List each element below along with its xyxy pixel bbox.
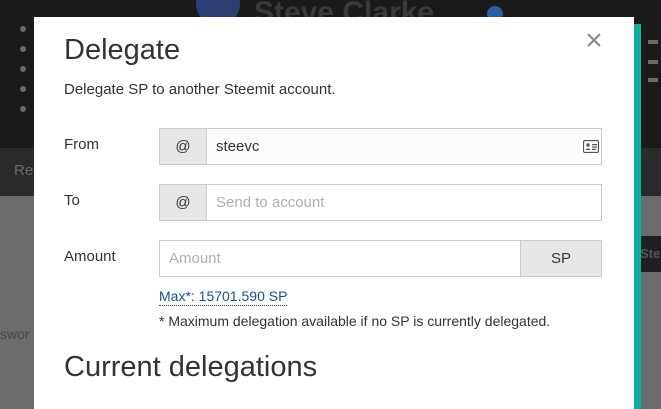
delegate-modal: × Delegate Delegate SP to another Steemi…: [34, 17, 634, 409]
background-button-label: Ste: [640, 246, 661, 261]
current-delegations-heading: Current delegations: [64, 351, 318, 383]
to-at-prefix: @: [159, 184, 207, 221]
to-input-placeholder: Send to account: [216, 194, 325, 211]
background-decoration: [0, 20, 34, 140]
max-amount-link[interactable]: Max*: 15701.590 SP: [159, 288, 288, 306]
background-decoration-right: [640, 20, 661, 130]
amount-unit: SP: [520, 240, 602, 277]
background-side-text: swor: [0, 326, 30, 342]
amount-label: Amount: [64, 248, 116, 265]
amount-input-placeholder: Amount: [169, 250, 221, 267]
max-delegation-note: * Maximum delegation available if no SP …: [159, 313, 551, 329]
modal-title: Delegate: [64, 34, 181, 66]
background-nav-item: Re: [14, 162, 34, 179]
from-input[interactable]: steevc: [206, 128, 602, 165]
amount-input[interactable]: Amount: [159, 240, 521, 277]
to-label: To: [64, 192, 80, 209]
modal-subtitle: Delegate SP to another Steemit account.: [64, 81, 336, 98]
background-accent-bar: [634, 24, 641, 409]
from-input-value: steevc: [216, 138, 260, 155]
id-card-icon: [583, 140, 599, 153]
to-input[interactable]: Send to account: [206, 184, 602, 221]
close-button[interactable]: ×: [582, 25, 606, 57]
from-at-prefix: @: [159, 128, 207, 165]
from-label: From: [64, 136, 99, 153]
